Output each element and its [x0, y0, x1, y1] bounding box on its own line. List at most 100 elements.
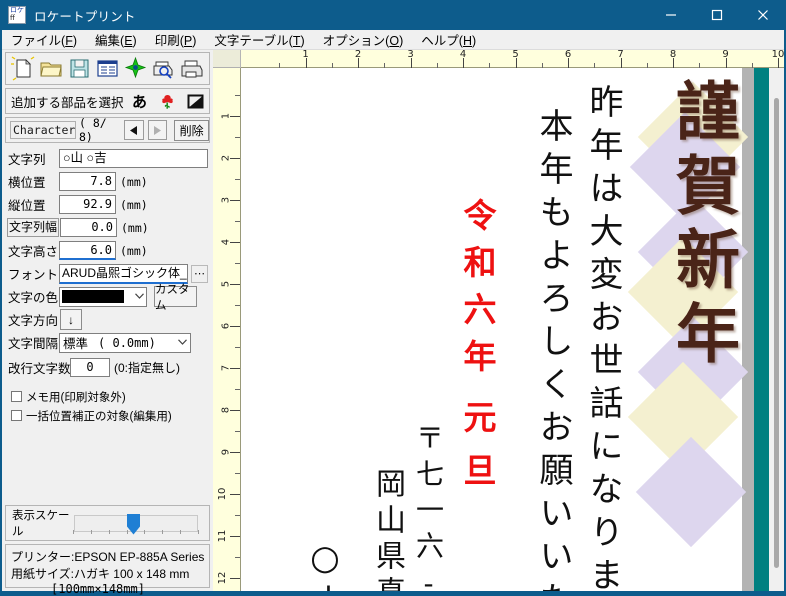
- maximize-button[interactable]: [694, 0, 740, 30]
- color-label: 文字の色: [8, 291, 59, 305]
- print-preview-icon[interactable]: [151, 56, 176, 81]
- address-text[interactable]: 岡山県真庭: [370, 468, 405, 591]
- shape-part-icon[interactable]: [184, 90, 208, 112]
- new-year-day-text[interactable]: 元旦: [458, 400, 497, 506]
- display-scale-label: 表示スケール: [12, 510, 70, 538]
- decorative-diamond: [635, 436, 747, 548]
- chevron-right-icon: [154, 125, 162, 135]
- save-floppy-icon[interactable]: [67, 56, 92, 81]
- app-icon-glyph-top: ロケ: [10, 7, 24, 14]
- image-part-icon[interactable]: [156, 90, 180, 112]
- scrollbar-thumb[interactable]: [774, 98, 779, 568]
- app-icon: ロケ ﬀ: [8, 6, 26, 24]
- body-text-line-2[interactable]: 本年もよろしくお願いいたしま: [533, 108, 573, 591]
- menu-item-print[interactable]: 印刷(P): [146, 30, 206, 49]
- height-input[interactable]: 6.0: [59, 241, 116, 260]
- ruler-label: 3: [407, 49, 414, 60]
- ruler-label: 1: [302, 49, 309, 60]
- minimize-button[interactable]: [648, 0, 694, 30]
- ruler-label: 5: [512, 49, 519, 60]
- batch-checkbox-row[interactable]: 一括位置補正の対象(編集用): [2, 406, 213, 425]
- part-properties-form: 文字列 ○山 ○吉 横位置 7.8 (mm) 縦位置 92.9 (mm) 文字列…: [2, 147, 213, 425]
- print-icon[interactable]: [179, 56, 204, 81]
- width-input[interactable]: 0.0: [60, 218, 117, 237]
- string-input[interactable]: ○山 ○吉: [59, 149, 208, 168]
- spacing-detail: ( 0.0mm): [98, 335, 156, 350]
- left-control-panel: 追加する部品を選択 あ Character (8/ 8) 削除 文字列 ○山 …: [2, 50, 213, 596]
- menu-item-options[interactable]: オプション(O): [314, 30, 413, 49]
- menu-item-edit[interactable]: 編集(E): [86, 30, 146, 49]
- hpos-row: 横位置 7.8 (mm): [2, 170, 213, 193]
- ruler-label: 6: [220, 322, 232, 330]
- ruler-label: 5: [220, 280, 232, 288]
- body-text-line-1[interactable]: 昨年は大変お世話になりました: [583, 84, 623, 591]
- linebreak-row: 改行文字数 0 (0:指定無し): [2, 354, 213, 380]
- part-type-field[interactable]: Character: [10, 121, 76, 139]
- menu-item-file[interactable]: ファイル(F): [2, 30, 86, 49]
- menu-bar: ファイル(F) 編集(E) 印刷(P) 文字テーブル(T) オプション(O) ヘ…: [2, 30, 784, 50]
- memo-checkbox-row[interactable]: メモ用(印刷対象外): [2, 387, 213, 406]
- delete-part-button[interactable]: 削除: [174, 119, 210, 141]
- spacing-value: 標準: [63, 337, 89, 351]
- ruler-label: 2: [220, 154, 232, 162]
- paper-size-detail: [100mm×148mm]: [51, 582, 145, 596]
- app-icon-glyph-bottom: ﬀ: [10, 15, 15, 22]
- ruler-major-tick: [230, 536, 240, 537]
- ruler-label: 7: [220, 364, 232, 372]
- open-folder-icon[interactable]: [39, 56, 64, 81]
- title-bar: ロケ ﬀ ロケートプリント: [0, 0, 786, 30]
- vpos-row: 縦位置 92.9 (mm): [2, 193, 213, 216]
- slider-ticks: [73, 530, 199, 534]
- next-part-button[interactable]: [147, 120, 168, 140]
- page-scroll-region[interactable]: 謹賀新年 昨年は大変お世話になりました 本年もよろしくお願いいたしま 令和六年 …: [241, 68, 784, 591]
- ruler-minor-tick: [235, 137, 240, 138]
- chevron-down-icon: [135, 292, 144, 301]
- string-row: 文字列 ○山 ○吉: [2, 147, 213, 170]
- ruler-minor-tick: [235, 557, 240, 558]
- width-row: 文字列幅 0.0 (mm): [2, 216, 213, 239]
- recipient-name-text[interactable]: ○山: [305, 538, 345, 591]
- direction-toggle-button[interactable]: ↓: [60, 309, 82, 330]
- ruler-minor-tick: [235, 179, 240, 180]
- ruler-label: 8: [669, 49, 677, 60]
- memo-checkbox[interactable]: [11, 391, 22, 402]
- linebreak-input[interactable]: 0: [70, 357, 110, 377]
- paper-size: 用紙サイズ:ハガキ 100 x 148 mm: [11, 567, 190, 581]
- linebreak-label: 改行文字数: [8, 361, 71, 376]
- new-document-icon[interactable]: [11, 56, 36, 81]
- custom-color-button[interactable]: カスタム: [154, 284, 197, 312]
- menu-item-character-table[interactable]: 文字テーブル(T): [205, 30, 313, 49]
- ruler-minor-tick: [235, 305, 240, 306]
- prev-part-button[interactable]: [123, 120, 144, 140]
- spacing-combobox[interactable]: 標準 ( 0.0mm): [59, 332, 191, 353]
- ruler-label: 9: [722, 49, 729, 60]
- batch-checkbox-label: 一括位置補正の対象(編集用): [26, 410, 172, 423]
- greeting-text[interactable]: 謹賀新年: [665, 78, 740, 374]
- text-part-icon[interactable]: あ: [128, 90, 152, 112]
- ruler-minor-tick: [235, 515, 240, 516]
- display-scale-slider[interactable]: [74, 513, 198, 535]
- character-table-icon[interactable]: [95, 56, 120, 81]
- ruler-label: 4: [220, 238, 232, 246]
- postal-code-text[interactable]: 〒七一六-一四: [412, 423, 445, 591]
- batch-checkbox[interactable]: [11, 410, 22, 421]
- printer-info-group: プリンター:EPSON EP-885A Series 用紙サイズ:ハガキ 100…: [5, 544, 210, 596]
- vpos-input[interactable]: 92.9: [59, 195, 116, 214]
- horizontal-ruler: 1 2 3 4 5 6 7 8 9 10: [241, 49, 784, 68]
- window-controls: [648, 0, 786, 30]
- ruler-minor-tick: [235, 473, 240, 474]
- color-combobox[interactable]: [59, 286, 147, 307]
- chevron-down-icon: [178, 338, 187, 347]
- vertical-scrollbar[interactable]: [769, 68, 784, 591]
- postcard-page[interactable]: 謹賀新年 昨年は大変お世話になりました 本年もよろしくお願いいたしま 令和六年 …: [241, 68, 749, 591]
- client-area: 追加する部品を選択 あ Character (8/ 8) 削除 文字列 ○山 …: [2, 49, 784, 596]
- window-title: ロケートプリント: [34, 9, 136, 24]
- refresh-star-icon[interactable]: [123, 56, 148, 81]
- hpos-input[interactable]: 7.8: [59, 172, 116, 191]
- width-unit: (mm): [121, 220, 149, 235]
- memo-checkbox-label: メモ用(印刷対象外): [26, 391, 126, 404]
- vpos-label: 縦位置: [8, 199, 46, 213]
- close-button[interactable]: [740, 0, 786, 30]
- menu-item-help[interactable]: ヘルプ(H): [412, 30, 485, 49]
- year-text[interactable]: 令和六年: [458, 198, 497, 386]
